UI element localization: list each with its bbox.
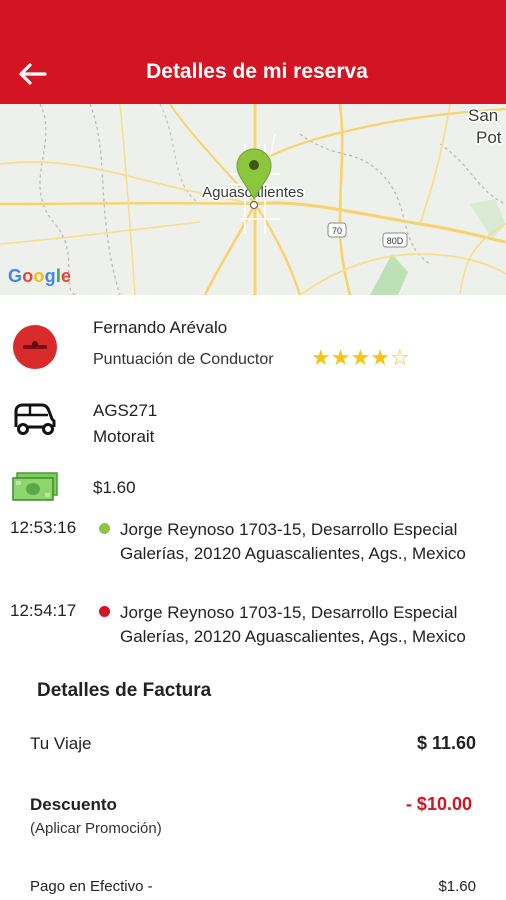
trip-value: $ 11.60 — [416, 733, 476, 753]
driver-avatar — [13, 325, 57, 369]
cash-icon — [12, 472, 58, 501]
cash-label: Pago en Efectivo - — [30, 878, 153, 895]
cash-value: $1.60 — [438, 878, 476, 895]
svg-text:Pot: Pot — [476, 128, 502, 147]
fare-row: $1.60 — [0, 468, 506, 508]
driver-name: Fernando Arévalo — [93, 318, 228, 337]
dropoff-time: 12:54:17 — [10, 601, 77, 620]
driver-row: Fernando Arévalo Puntuación de Conductor… — [0, 310, 506, 380]
star-filled-icon: ★ — [350, 345, 371, 370]
vehicle-plate: AGS271 — [93, 401, 158, 420]
pickup-address: Jorge Reynoso 1703-15, Desarrollo Especi… — [120, 520, 466, 563]
star-filled-icon: ★ — [311, 345, 331, 370]
pickup-dot-icon — [99, 523, 110, 534]
rating-stars: ★★★★☆ — [311, 346, 410, 370]
discount-sub-label: (Aplicar Promoción) — [30, 820, 162, 837]
star-filled-icon: ★ — [370, 345, 390, 370]
brand-logo-icon — [23, 341, 47, 349]
svg-text:80D: 80D — [387, 236, 404, 246]
app-bar: Detalles de mi reserva — [0, 0, 506, 104]
rating-label: Puntuación de Conductor — [93, 351, 274, 368]
vehicle-row: AGS271 Motorait — [0, 395, 506, 455]
pickup-time: 12:53:16 — [10, 518, 77, 537]
mototaxi-icon — [14, 403, 56, 435]
map-roads: 70 80D Aguascalientes San Pot — [0, 104, 506, 295]
dropoff-stop: 12:54:17 Jorge Reynoso 1703-15, Desarrol… — [0, 601, 506, 673]
star-empty-icon: ☆ — [389, 345, 410, 370]
google-logo: Google — [8, 266, 72, 286]
dropoff-address: Jorge Reynoso 1703-15, Desarrollo Especi… — [120, 603, 466, 646]
map-view[interactable]: 70 80D Aguascalientes San Pot Google — [0, 104, 506, 295]
star-filled-icon: ★ — [330, 345, 351, 370]
trip-label: Tu Viaje — [30, 734, 92, 753]
svg-text:70: 70 — [332, 226, 342, 236]
page-title: Detalles de mi reserva — [146, 60, 368, 83]
vehicle-type: Motorait — [93, 427, 155, 446]
discount-label: Descuento — [30, 795, 117, 814]
invoice-title: Detalles de Factura — [37, 680, 212, 701]
dropoff-dot-icon — [99, 606, 110, 617]
discount-value: - $10.00 — [405, 794, 472, 814]
fare-amount: $1.60 — [93, 478, 136, 497]
pickup-stop: 12:53:16 Jorge Reynoso 1703-15, Desarrol… — [0, 518, 506, 590]
svg-text:San: San — [468, 106, 498, 125]
